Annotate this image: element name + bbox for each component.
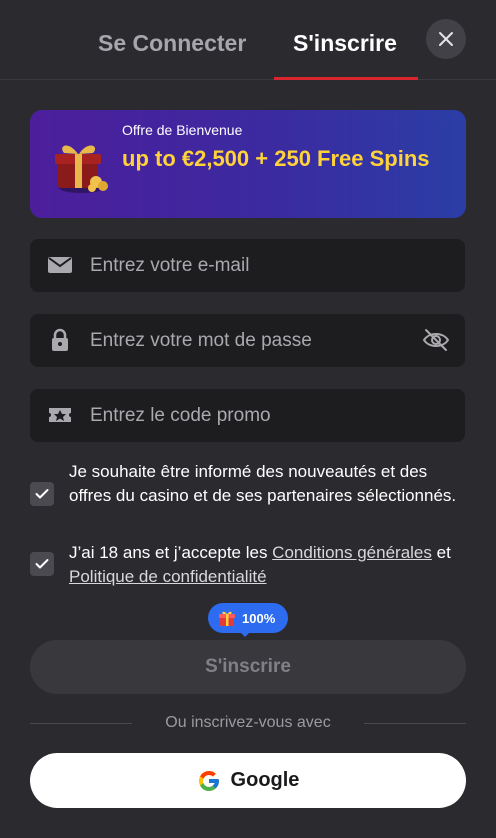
terms-checkbox[interactable] [30,552,54,576]
check-icon [35,489,49,499]
envelope-icon [48,257,72,273]
close-icon [439,32,453,46]
social-divider: Ou inscrivez-vous avec [30,712,466,734]
bonus-percent: 100% [242,610,276,626]
google-logo-icon [198,770,219,791]
gift-icon [55,145,108,193]
terms-text: J’ai 18 ans et j’accepte les Conditions … [69,541,465,589]
close-button[interactable] [426,19,466,59]
newsletter-text: Je souhaite être informé des nouveautés … [69,462,457,505]
email-field [30,239,465,292]
badge-pointer [238,630,252,637]
email-input[interactable] [90,239,420,292]
divider-line-right [364,723,466,724]
terms-and: et [431,543,451,562]
promo-code-field [30,389,465,442]
newsletter-consent: Je souhaite être informé des nouveautés … [30,460,466,532]
terms-link[interactable]: Conditions générales [272,543,432,562]
bonus-badge: 100% [208,603,288,633]
privacy-link[interactable]: Politique de confidentialité [69,567,267,586]
welcome-offer-banner: Offre de Bienvenue up to €2,500 + 250 Fr… [30,110,466,218]
lock-icon [52,328,68,351]
google-label: Google [230,769,300,791]
active-tab-indicator [274,77,418,80]
tab-login[interactable]: Se Connecter [98,30,246,57]
offer-amount: up to €2,500 + 250 Free Spins [122,146,430,171]
tab-register[interactable]: S'inscrire [293,30,397,57]
promo-code-input[interactable] [90,389,420,442]
register-button[interactable]: S'inscrire [30,640,466,694]
eye-slash-icon[interactable] [421,326,451,354]
auth-tabs: Se Connecter S'inscrire [0,0,496,80]
check-icon [35,559,49,569]
password-input[interactable] [90,314,420,367]
terms-prefix: J’ai 18 ans et j’accepte les [69,543,273,562]
newsletter-checkbox[interactable] [30,482,54,506]
ticket-icon [49,408,71,422]
google-signup-button[interactable]: Google [30,753,466,808]
signup-modal: Se Connecter S'inscrire Offre de Bienven… [0,0,496,838]
offer-label: Offre de Bienvenue [122,122,243,138]
password-field [30,314,465,367]
terms-consent: J’ai 18 ans et j’accepte les Conditions … [30,541,466,589]
gift-icon [219,611,235,626]
